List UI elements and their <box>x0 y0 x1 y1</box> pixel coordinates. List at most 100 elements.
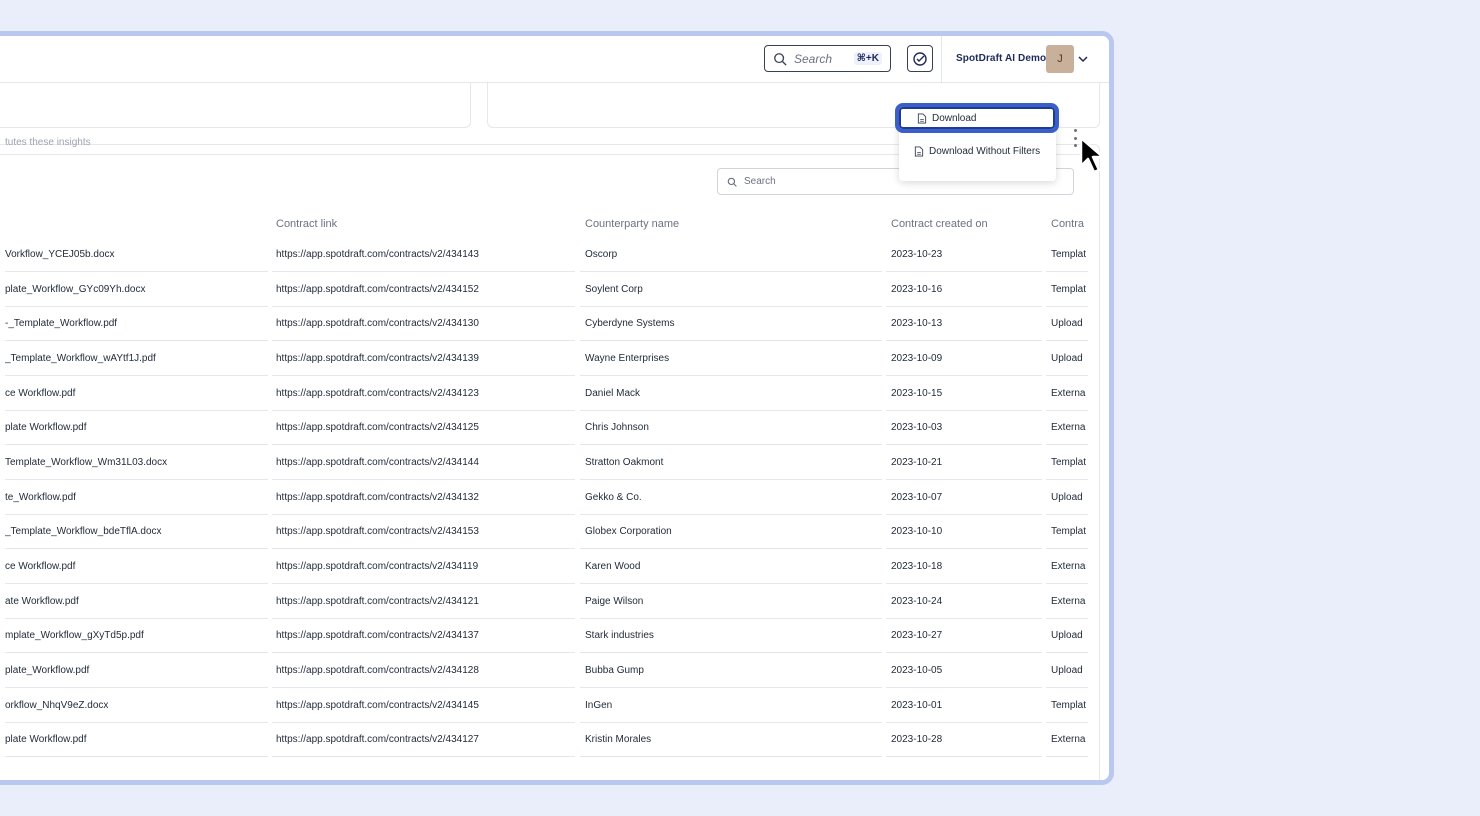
row-contract-link[interactable]: https://app.spotdraft.com/contracts/v2/4… <box>272 410 575 446</box>
global-search-placeholder: Search <box>794 51 833 66</box>
row-contract-link[interactable]: https://app.spotdraft.com/contracts/v2/4… <box>272 480 575 515</box>
row-created-on: 2023-10-10 <box>886 514 1042 550</box>
row-counterparty: Cyberdyne Systems <box>580 306 882 342</box>
row-file-name: plate Workflow.pdf <box>5 722 268 758</box>
row-created-on: 2023-10-21 <box>886 445 1042 481</box>
search-icon <box>727 177 737 187</box>
row-file-name: ce Workflow.pdf <box>5 549 268 585</box>
row-created-on: 2023-10-07 <box>886 480 1042 515</box>
row-file-name: plate_Workflow.pdf <box>5 653 268 689</box>
table-row[interactable]: plate_Workflow_GYc09Yh.docx https://app.s… <box>5 272 1088 307</box>
row-file-name: mplate_Workflow_gXyTd5p.pdf <box>5 618 268 654</box>
mouse-cursor-icon <box>1079 136 1105 174</box>
download-without-filters-menu-item[interactable]: Download Without Filters <box>905 140 1050 162</box>
row-contract-type: Upload <box>1046 618 1088 654</box>
avatar[interactable]: J <box>1046 45 1074 73</box>
row-contract-link[interactable]: https://app.spotdraft.com/contracts/v2/4… <box>272 272 575 307</box>
row-contract-type: Upload <box>1046 341 1088 376</box>
panel-subtitle: tutes these insights <box>5 137 91 148</box>
app-window: Search ⌘+K SpotDraft AI Demo J tutes the… <box>0 31 1114 785</box>
row-counterparty: Paige Wilson <box>580 584 882 619</box>
row-created-on: 2023-10-16 <box>886 272 1042 307</box>
row-file-name: orkflow_NhqV9eZ.docx <box>5 688 268 723</box>
table-search-placeholder: Search <box>744 176 776 187</box>
row-contract-type: Templat <box>1046 514 1088 550</box>
row-counterparty: Wayne Enterprises <box>580 341 882 376</box>
row-contract-link[interactable]: https://app.spotdraft.com/contracts/v2/4… <box>272 618 575 654</box>
table-row[interactable]: te_Workflow.pdf https://app.spotdraft.com… <box>5 480 1088 515</box>
row-file-name: Template_Workflow_Wm31L03.docx <box>5 445 268 481</box>
table-row[interactable]: _Template_Workflow_wAYtf1J.pdf https://ap… <box>5 341 1088 376</box>
search-icon <box>774 52 787 66</box>
table-row[interactable]: mplate_Workflow_gXyTd5p.pdf https://app.s… <box>5 618 1088 654</box>
row-created-on: 2023-10-27 <box>886 618 1042 654</box>
table-row[interactable]: ate Workflow.pdf https://app.spotdraft.co… <box>5 584 1088 619</box>
row-counterparty: Gekko & Co. <box>580 480 882 515</box>
column-header-contract-link[interactable]: Contract link <box>276 218 337 230</box>
table-row[interactable]: -_Template_Workflow.pdf https://app.spotd… <box>5 306 1088 342</box>
row-file-name: Vorkflow_YCEJ05b.docx <box>5 237 268 272</box>
search-shortcut-badge: ⌘+K <box>853 52 882 65</box>
table-row[interactable]: _Template_Workflow_bdeTflA.docx https://a… <box>5 514 1088 550</box>
row-contract-link[interactable]: https://app.spotdraft.com/contracts/v2/4… <box>272 584 575 619</box>
row-contract-type: Templat <box>1046 688 1088 723</box>
row-contract-type: Templat <box>1046 445 1088 481</box>
row-contract-type: Externa <box>1046 376 1088 411</box>
row-contract-type: Upload <box>1046 653 1088 689</box>
row-contract-type: Externa <box>1046 410 1088 446</box>
table-row[interactable]: plate Workflow.pdf https://app.spotdraft.… <box>5 410 1088 446</box>
row-file-name: ce Workflow.pdf <box>5 376 268 411</box>
table-row[interactable]: Template_Workflow_Wm31L03.docx https://ap… <box>5 445 1088 481</box>
row-counterparty: Stark industries <box>580 618 882 654</box>
org-name[interactable]: SpotDraft AI Demo <box>956 53 1046 64</box>
row-contract-link[interactable]: https://app.spotdraft.com/contracts/v2/4… <box>272 237 575 272</box>
row-contract-link[interactable]: https://app.spotdraft.com/contracts/v2/4… <box>272 306 575 342</box>
row-created-on: 2023-10-23 <box>886 237 1042 272</box>
chevron-down-icon[interactable] <box>1077 53 1089 65</box>
download-menu: Download Download Without Filters <box>895 103 1059 181</box>
row-file-name: plate_Workflow_GYc09Yh.docx <box>5 272 268 307</box>
row-contract-link[interactable]: https://app.spotdraft.com/contracts/v2/4… <box>272 445 575 481</box>
row-contract-type: Externa <box>1046 549 1088 585</box>
row-contract-link[interactable]: https://app.spotdraft.com/contracts/v2/4… <box>272 549 575 585</box>
row-created-on: 2023-10-05 <box>886 653 1042 689</box>
column-header-counterparty[interactable]: Counterparty name <box>585 218 679 230</box>
row-file-name: _Template_Workflow_wAYtf1J.pdf <box>5 341 268 376</box>
row-created-on: 2023-10-28 <box>886 722 1042 758</box>
row-contract-link[interactable]: https://app.spotdraft.com/contracts/v2/4… <box>272 722 575 758</box>
column-header-contract-type[interactable]: Contra <box>1051 218 1084 230</box>
row-counterparty: Oscorp <box>580 237 882 272</box>
row-created-on: 2023-10-15 <box>886 376 1042 411</box>
tasks-button[interactable] <box>907 45 933 72</box>
row-counterparty: Globex Corporation <box>580 514 882 550</box>
table-row[interactable]: ce Workflow.pdf https://app.spotdraft.com… <box>5 549 1088 585</box>
table-row[interactable]: ce Workflow.pdf https://app.spotdraft.com… <box>5 376 1088 411</box>
row-created-on: 2023-10-18 <box>886 549 1042 585</box>
row-contract-link[interactable]: https://app.spotdraft.com/contracts/v2/4… <box>272 653 575 689</box>
check-circle-icon <box>913 51 927 66</box>
row-contract-link[interactable]: https://app.spotdraft.com/contracts/v2/4… <box>272 688 575 723</box>
row-contract-link[interactable]: https://app.spotdraft.com/contracts/v2/4… <box>272 514 575 550</box>
row-counterparty: Daniel Mack <box>580 376 882 411</box>
row-counterparty: Kristin Morales <box>580 722 882 758</box>
row-counterparty: Stratton Oakmont <box>580 445 882 481</box>
row-contract-link[interactable]: https://app.spotdraft.com/contracts/v2/4… <box>272 341 575 376</box>
row-counterparty: Karen Wood <box>580 549 882 585</box>
row-contract-link[interactable]: https://app.spotdraft.com/contracts/v2/4… <box>272 376 575 411</box>
table-row[interactable]: orkflow_NhqV9eZ.docx https://app.spotdraf… <box>5 688 1088 723</box>
table-row[interactable]: plate Workflow.pdf https://app.spotdraft.… <box>5 722 1088 758</box>
column-header-created-on[interactable]: Contract created on <box>891 218 988 230</box>
table-row[interactable]: plate_Workflow.pdf https://app.spotdraft.… <box>5 653 1088 689</box>
global-search[interactable]: Search ⌘+K <box>764 45 891 72</box>
table-row[interactable]: Vorkflow_YCEJ05b.docx https://app.spotdra… <box>5 237 1088 272</box>
row-counterparty: InGen <box>580 688 882 723</box>
download-label: Download <box>932 112 977 124</box>
row-contract-type: Templat <box>1046 237 1088 272</box>
row-file-name: _Template_Workflow_bdeTflA.docx <box>5 514 268 550</box>
download-menu-item[interactable]: Download <box>895 103 1059 133</box>
summary-card-left <box>0 83 471 128</box>
row-file-name: ate Workflow.pdf <box>5 584 268 619</box>
row-counterparty: Chris Johnson <box>580 410 882 446</box>
download-without-filters-label: Download Without Filters <box>929 145 1041 157</box>
file-icon <box>914 145 924 157</box>
